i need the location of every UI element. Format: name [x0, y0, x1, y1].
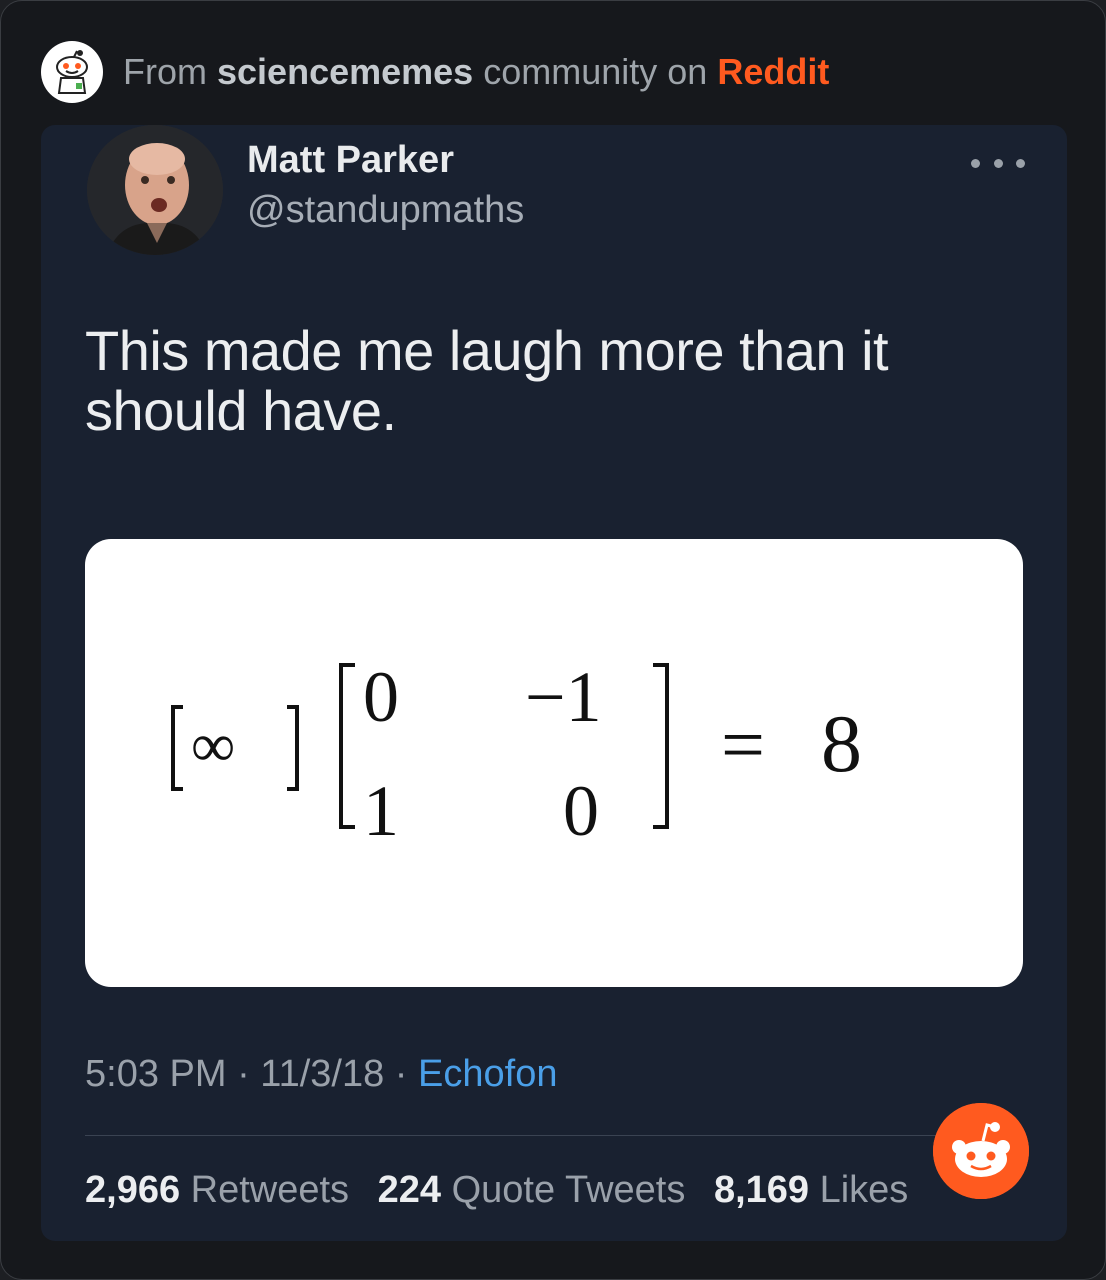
more-dot: [1016, 158, 1025, 168]
matrix-bracket-right: [653, 663, 669, 829]
infinity-symbol: ∞: [191, 712, 235, 780]
tweet-media-image[interactable]: ∞ 0 −1 1 0 = 8: [85, 539, 1023, 987]
avatar[interactable]: [87, 125, 223, 255]
bracket-left: [171, 705, 183, 791]
retweets-label: Retweets: [190, 1169, 350, 1211]
matrix-cell-1: −1: [525, 657, 602, 737]
matrix-cell-3: 0: [563, 771, 599, 851]
community-suffix: community on: [483, 51, 708, 92]
quotes-label: Quote Tweets: [451, 1169, 686, 1211]
divider: [85, 1135, 1023, 1136]
retweets-stat[interactable]: 2,966 Retweets: [85, 1169, 360, 1211]
post-frame: From sciencememes community on Reddit Ma…: [0, 0, 1106, 1280]
tweet-meta: 5:03 PM · 11/3/18 · Echofon: [85, 1053, 557, 1096]
community-link[interactable]: sciencememes: [217, 51, 473, 92]
author-name[interactable]: Matt Parker: [247, 139, 454, 182]
more-options-icon[interactable]: [971, 151, 1025, 175]
tweet-text: This made me laugh more than it should h…: [85, 319, 889, 442]
matrix-cell-0: 0: [363, 657, 399, 737]
tweet-card: Matt Parker @standupmaths This made me l…: [41, 125, 1067, 1241]
retweets-count: 2,966: [85, 1169, 181, 1211]
more-dot: [993, 158, 1003, 168]
from-label: From: [123, 51, 207, 92]
engagement-stats: 2,966 Retweets 224 Quote Tweets 8,169 Li…: [85, 1169, 926, 1212]
source-header: From sciencememes community on Reddit: [41, 39, 829, 105]
matrix-bracket-left: [339, 663, 355, 829]
author-handle[interactable]: @standupmaths: [247, 189, 524, 232]
source-line: From sciencememes community on Reddit: [123, 51, 829, 93]
likes-label: Likes: [819, 1169, 909, 1211]
bracket-right: [287, 705, 299, 791]
matrix-cell-2: 1: [363, 771, 399, 851]
quotes-stat[interactable]: 224 Quote Tweets: [378, 1169, 696, 1211]
timestamp[interactable]: 5:03 PM · 11/3/18 ·: [85, 1053, 407, 1095]
reddit-logo-icon[interactable]: [933, 1103, 1029, 1199]
client-link[interactable]: Echofon: [418, 1053, 557, 1095]
result-value: 8: [821, 698, 862, 789]
more-dot: [971, 158, 980, 168]
reddit-link[interactable]: Reddit: [717, 51, 829, 92]
likes-count: 8,169: [713, 1169, 810, 1211]
equals-sign: =: [721, 701, 765, 788]
quotes-count: 224: [377, 1169, 442, 1211]
likes-stat[interactable]: 8,169 Likes: [714, 1169, 908, 1211]
reddit-snoo-icon: [41, 41, 103, 103]
